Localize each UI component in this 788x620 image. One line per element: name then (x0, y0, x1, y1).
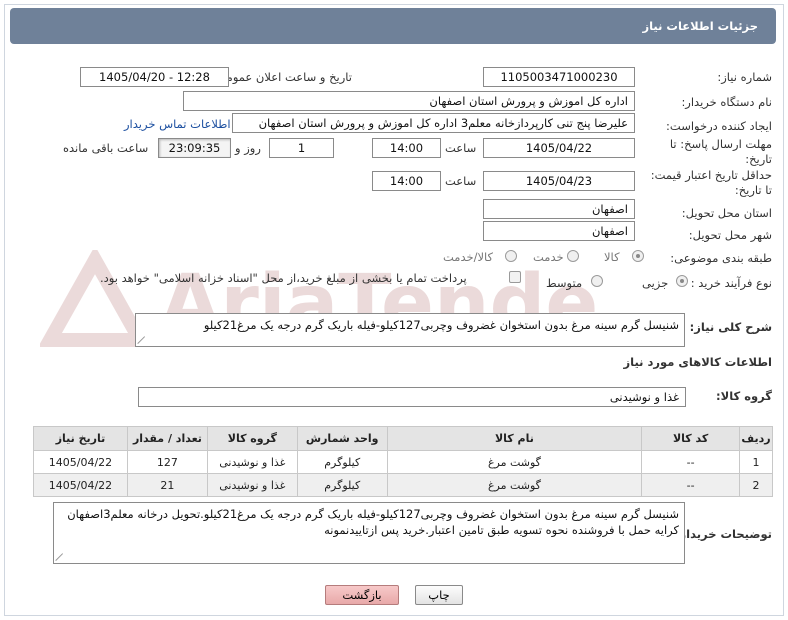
category-label: طبقه بندی موضوعی: (670, 251, 772, 265)
category-option-service: خدمت (533, 250, 564, 264)
page-header: جزئیات اطلاعات نیاز (10, 8, 776, 44)
back-button[interactable]: بازگشت (325, 585, 399, 605)
page-title: جزئیات اطلاعات نیاز (642, 19, 758, 33)
remaining-time-field: 23:09:35 (158, 138, 231, 158)
cell-code: -- (641, 473, 741, 497)
cell-name: گوشت مرغ (386, 473, 643, 497)
category-radio-goods[interactable] (632, 250, 644, 262)
column-header-group: گروه کالا (206, 426, 298, 451)
announce-date-field: 1405/04/20 - 12:28 (80, 67, 229, 87)
city-label: شهر محل تحویل: (688, 228, 772, 242)
column-header-quantity: تعداد / مقدار (126, 426, 208, 451)
process-option-medium: متوسط (546, 276, 583, 290)
buyer-org-field: اداره کل اموزش و پرورش استان اصفهان (183, 91, 635, 111)
province-label: استان محل تحویل: (681, 206, 772, 220)
buyer-notes-label: توضیحات خریدار: (674, 527, 772, 541)
table-header-row: ردیف کد کالا نام کالا واحد شمارش گروه کا… (33, 426, 773, 451)
validity-time-label: ساعت (445, 174, 477, 188)
description-label: شرح کلی نیاز: (689, 320, 772, 334)
cell-row-number: 2 (739, 473, 773, 497)
cell-quantity: 21 (126, 473, 208, 497)
goods-section-title: اطلاعات کالاهای مورد نیاز (623, 355, 772, 369)
category-option-both: کالا/خدمت (443, 250, 494, 264)
city-field: اصفهان (483, 221, 635, 241)
column-header-name: نام کالا (386, 426, 643, 451)
goods-table: ردیف کد کالا نام کالا واحد شمارش گروه کا… (33, 426, 773, 497)
process-type-label: نوع فرآیند خرید : (690, 276, 772, 290)
goods-group-field: غذا و نوشیدنی (138, 387, 686, 407)
cell-quantity: 127 (126, 450, 208, 474)
need-number-label: شماره نیاز: (717, 70, 772, 84)
cell-unit: کیلوگرم (296, 450, 388, 474)
column-header-unit: واحد شمارش (296, 426, 388, 451)
validity-label-date: تا تاریخ: (734, 183, 772, 197)
cell-name: گوشت مرغ (386, 450, 643, 474)
deadline-label: مهلت ارسال پاسخ: تا (669, 137, 772, 151)
days-field: 1 (269, 138, 334, 158)
process-option-minor: جزیی (642, 276, 669, 290)
description-textarea[interactable]: شنیسل گرم سینه مرغ بدون استخوان غضروف وچ… (135, 313, 685, 347)
column-header-code: کد کالا (641, 426, 741, 451)
cell-date: 1405/04/22 (33, 473, 128, 497)
column-header-row-number: ردیف (739, 426, 773, 451)
table-row: 1 -- گوشت مرغ کیلوگرم غذا و نوشیدنی 127 … (33, 450, 773, 474)
creator-label: ایجاد کننده درخواست: (666, 119, 772, 133)
buyer-notes-textarea[interactable]: شنیسل گرم سینه مرغ بدون استخوان غضروف وچ… (53, 502, 685, 564)
resize-grip-icon[interactable] (56, 553, 64, 561)
column-header-date: تاریخ نیاز (33, 426, 128, 451)
cell-group: غذا و نوشیدنی (206, 473, 298, 497)
creator-field: علیرضا پنج تنی کارپردازخانه معلم3 اداره … (232, 113, 635, 133)
validity-label: حداقل تاریخ اعتبار قیمت: (650, 168, 772, 182)
cell-group: غذا و نوشیدنی (206, 450, 298, 474)
validity-time-field: 14:00 (372, 171, 441, 191)
buyer-org-label: نام دستگاه خریدار: (681, 95, 772, 109)
print-button[interactable]: چاپ (415, 585, 463, 605)
treasury-payment-note: پرداخت تمام یا بخشی از مبلغ خرید،از محل … (100, 271, 467, 285)
table-row: 2 -- گوشت مرغ کیلوگرم غذا و نوشیدنی 21 1… (33, 473, 773, 497)
resize-grip-icon[interactable] (138, 336, 146, 344)
cell-date: 1405/04/22 (33, 450, 128, 474)
need-number-field: 1105003471000230 (483, 67, 635, 87)
days-label: روز و (235, 141, 261, 155)
goods-group-label: گروه کالا: (716, 389, 772, 403)
validity-date-field: 1405/04/23 (483, 171, 635, 191)
cell-code: -- (641, 450, 741, 474)
buyer-contact-link[interactable]: اطلاعات تماس خریدار (124, 117, 231, 131)
announce-date-label: تاریخ و ساعت اعلان عمومی: (213, 70, 352, 84)
process-radio-medium[interactable] (591, 275, 603, 287)
deadline-date-field: 1405/04/22 (483, 138, 635, 158)
category-option-goods: کالا (604, 250, 620, 264)
deadline-time-field: 14:00 (372, 138, 441, 158)
category-radio-both[interactable] (505, 250, 517, 262)
cell-unit: کیلوگرم (296, 473, 388, 497)
treasury-payment-checkbox[interactable] (509, 271, 521, 283)
remaining-time-label: ساعت باقی مانده (63, 141, 149, 155)
deadline-time-label: ساعت (445, 141, 477, 155)
process-radio-minor[interactable] (676, 275, 688, 287)
province-field: اصفهان (483, 199, 635, 219)
category-radio-service[interactable] (567, 250, 579, 262)
deadline-label-date: تاریخ: (745, 152, 772, 166)
description-text: شنیسل گرم سینه مرغ بدون استخوان غضروف وچ… (203, 318, 679, 332)
buyer-notes-text: شنیسل گرم سینه مرغ بدون استخوان غضروف وچ… (67, 507, 679, 537)
cell-row-number: 1 (739, 450, 773, 474)
